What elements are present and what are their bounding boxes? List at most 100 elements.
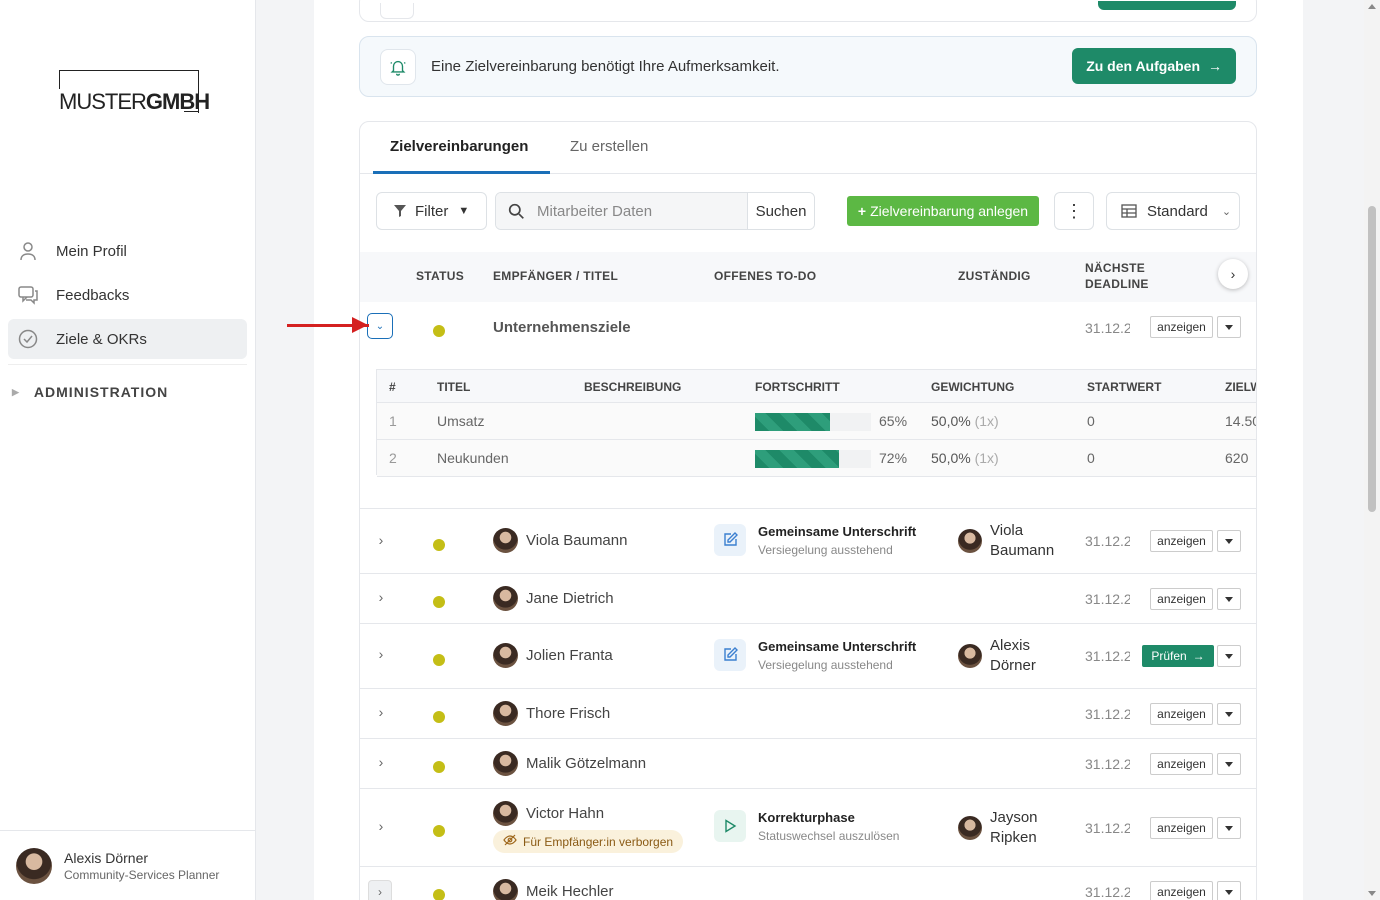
chevron-right-icon[interactable]: › xyxy=(368,880,392,900)
goal-title: Neukunden xyxy=(437,450,509,466)
show-button[interactable]: anzeigen xyxy=(1150,316,1213,338)
recipient-name[interactable]: Viola Baumann xyxy=(526,532,627,549)
deadline: 31.12.2024 xyxy=(1085,706,1130,722)
tab-zielvereinbarungen[interactable]: Zielvereinbarungen xyxy=(390,138,528,155)
weight: 50,0% xyxy=(931,450,971,466)
sidebar-item-label: Ziele & OKRs xyxy=(56,330,147,348)
col-status[interactable]: STATUS xyxy=(416,269,464,283)
subtable-row[interactable]: 1 Umsatz 65% 50,0% (1x) 0 14.500 xyxy=(377,403,1256,440)
bell-icon xyxy=(380,49,416,85)
weight-factor: (1x) xyxy=(974,413,999,429)
view-select[interactable]: Standard ⌄ xyxy=(1106,192,1240,230)
search-button[interactable]: Suchen xyxy=(748,193,814,229)
chevron-right-icon[interactable]: › xyxy=(374,754,388,770)
avatar xyxy=(493,586,518,611)
responsible-first: Alexis xyxy=(990,637,1031,654)
recipient-name[interactable]: Victor Hahn xyxy=(526,805,604,822)
filter-button[interactable]: Filter ▼ xyxy=(376,192,487,230)
todo[interactable]: Gemeinsame Unterschrift Versiegelung auss… xyxy=(714,524,916,557)
show-button[interactable]: anzeigen xyxy=(1150,588,1213,610)
row-menu-button[interactable] xyxy=(1217,645,1241,667)
company-logo[interactable]: MUSTERGMBH xyxy=(59,70,212,115)
add-agreement-button[interactable]: + Zielvereinbarung anlegen xyxy=(847,196,1039,226)
table-row[interactable]: › Thore Frisch 31.12.2024 anzeigen xyxy=(360,689,1256,739)
chevron-right-icon[interactable]: › xyxy=(374,646,388,662)
arrow-right-icon: → xyxy=(1192,649,1205,663)
chevron-right-icon[interactable]: › xyxy=(374,589,388,605)
subtable-header: # TITEL BESCHREIBUNG FORTSCHRITT GEWICHT… xyxy=(377,370,1256,403)
page-scrollbar[interactable] xyxy=(1364,0,1380,900)
table-icon xyxy=(1121,204,1137,218)
table-row[interactable]: › Meik Hechler 31.12.2024 anzeigen xyxy=(360,867,1256,900)
target-value: 14.500 xyxy=(1225,413,1256,429)
show-button[interactable]: anzeigen xyxy=(1150,753,1213,775)
scroll-up-icon[interactable] xyxy=(1368,4,1376,9)
chevron-down-icon: ▼ xyxy=(458,205,470,217)
recipient-name[interactable]: Malik Götzelmann xyxy=(526,755,646,772)
sidebar-item-ziele-okrs[interactable]: Ziele & OKRs xyxy=(8,319,247,359)
row-menu-button[interactable] xyxy=(1217,530,1241,552)
scroll-right-button[interactable]: › xyxy=(1218,259,1248,289)
active-tab-indicator xyxy=(373,171,550,174)
status-dot xyxy=(433,539,445,551)
recipient-name[interactable]: Jane Dietrich xyxy=(526,590,614,607)
row-menu-button[interactable] xyxy=(1217,588,1241,610)
chevron-right-icon[interactable]: › xyxy=(374,532,388,548)
row-menu-button[interactable] xyxy=(1217,817,1241,839)
search-input[interactable]: Mitarbeiter Daten xyxy=(496,193,748,229)
table-row[interactable]: › Viola Baumann Gemeinsame Unterschrift V… xyxy=(360,509,1256,574)
more-options-button[interactable]: ⋮ xyxy=(1054,192,1094,230)
view-label: Standard xyxy=(1147,202,1208,220)
row-menu-button[interactable] xyxy=(1217,881,1241,900)
table-row[interactable]: › Malik Götzelmann 31.12.2024 anzeigen xyxy=(360,739,1256,789)
user-name: Alexis Dörner xyxy=(64,849,149,866)
row-menu-button[interactable] xyxy=(1217,703,1241,725)
tab-zu-erstellen[interactable]: Zu erstellen xyxy=(570,138,648,155)
review-button[interactable]: Prüfen → xyxy=(1142,645,1214,667)
recipient-name[interactable]: Meik Hechler xyxy=(526,883,614,900)
row-num: 2 xyxy=(389,450,397,466)
table-row[interactable]: › Victor Hahn Korrekturphase Statuswechse… xyxy=(360,789,1256,867)
go-to-tasks-button[interactable]: Zu den Aufgaben → xyxy=(1072,48,1236,84)
sidebar-item-feedbacks[interactable]: Feedbacks xyxy=(8,275,247,315)
sidebar-section-administration[interactable]: ▶ ADMINISTRATION xyxy=(12,384,168,400)
chevron-right-icon[interactable]: › xyxy=(374,704,388,720)
hidden-for-recipient-badge: Für Empfänger:in verborgen xyxy=(493,830,684,853)
row-menu-button[interactable] xyxy=(1217,753,1241,775)
show-button[interactable]: anzeigen xyxy=(1150,703,1213,725)
table-row[interactable]: › Jolien Franta Gemeinsame Unterschrift V… xyxy=(360,624,1256,689)
deadline: 31.12.2024 xyxy=(1085,591,1130,607)
table-header: STATUS EMPFÄNGER / TITEL OFFENES TO-DO Z… xyxy=(360,252,1256,302)
subtable-row[interactable]: 2 Neukunden 72% 50,0% (1x) 0 620 xyxy=(377,440,1256,477)
arrow-right-icon: → xyxy=(1208,58,1222,74)
scroll-down-icon[interactable] xyxy=(1368,891,1376,896)
chevron-right-icon[interactable]: › xyxy=(374,818,388,834)
show-button[interactable]: anzeigen xyxy=(1150,817,1213,839)
section-label: ADMINISTRATION xyxy=(33,384,169,400)
todo[interactable]: Korrekturphase Statuswechsel auszulösen xyxy=(714,810,899,843)
sidebar-item-mein-profil[interactable]: Mein Profil xyxy=(8,231,247,271)
button-label: Zu den Aufgaben xyxy=(1086,58,1200,74)
col-todo[interactable]: OFFENES TO-DO xyxy=(714,269,816,283)
show-button[interactable]: anzeigen xyxy=(1150,881,1213,900)
scrollbar-thumb[interactable] xyxy=(1368,206,1376,512)
row-menu-button[interactable] xyxy=(1217,316,1241,338)
recipient-name[interactable]: Jolien Franta xyxy=(526,647,613,664)
user-profile[interactable]: Alexis Dörner Community-Services Planner xyxy=(0,830,256,900)
status-dot xyxy=(433,825,445,837)
todo[interactable]: Gemeinsame Unterschrift Versiegelung auss… xyxy=(714,639,916,672)
expand-company-goals-button[interactable]: ⌄ xyxy=(367,313,393,339)
avatar xyxy=(493,751,518,776)
show-button[interactable]: anzeigen xyxy=(1150,530,1213,552)
responsible-last: Baumann xyxy=(990,542,1055,559)
deadline: 31.12.2024 xyxy=(1085,884,1130,900)
col-deadline[interactable]: NÄCHSTE xyxy=(1085,261,1145,275)
kebab-icon: ⋮ xyxy=(1065,200,1083,221)
table-row[interactable]: › Jane Dietrich 31.12.2024 anzeigen xyxy=(360,574,1256,624)
responsible-last: Ripken xyxy=(990,829,1037,846)
recipient-name[interactable]: Thore Frisch xyxy=(526,705,610,722)
col-responsible[interactable]: ZUSTÄNDIG xyxy=(958,269,1031,283)
status-dot xyxy=(433,325,445,337)
col-recipient[interactable]: EMPFÄNGER / TITEL xyxy=(493,269,618,283)
company-goals-title[interactable]: Unternehmensziele xyxy=(493,319,631,336)
